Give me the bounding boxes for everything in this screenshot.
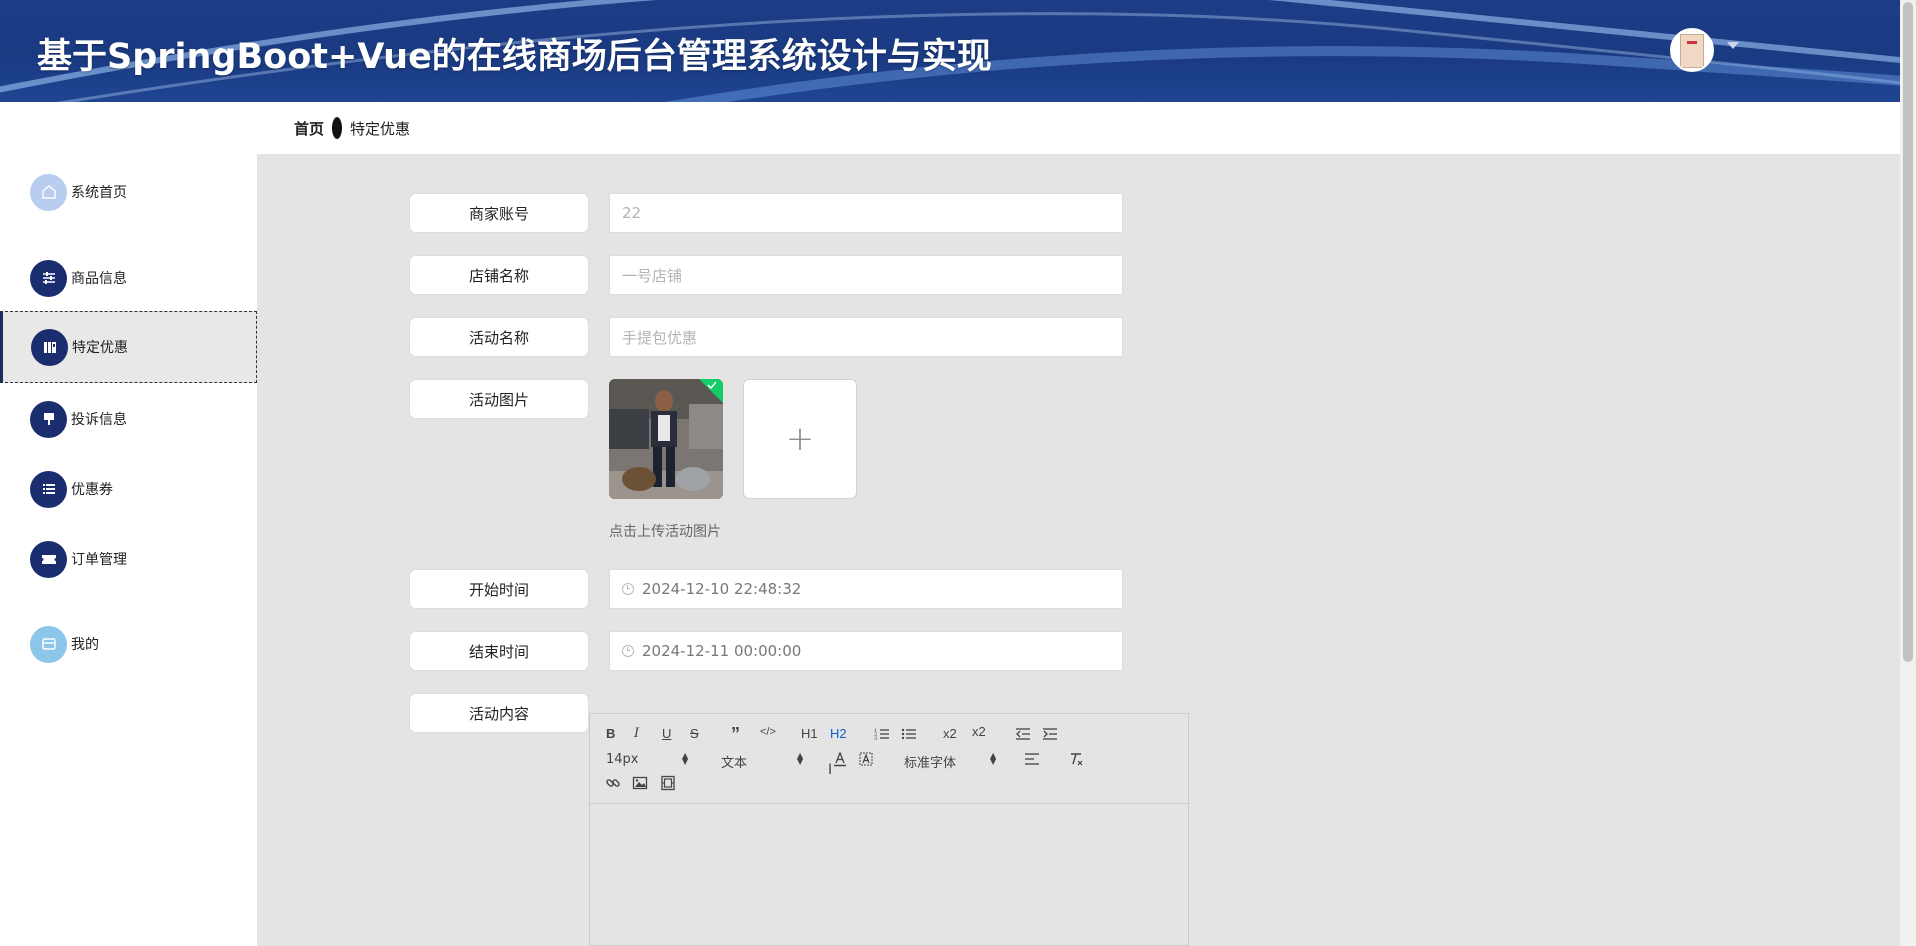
- uploaded-photo: [609, 379, 723, 499]
- align-icon[interactable]: [1024, 752, 1040, 766]
- end-time-picker[interactable]: 2024-12-11 00:00:00: [609, 631, 1123, 671]
- sidebar-item-coupons[interactable]: 优惠券: [0, 454, 257, 524]
- shop-name-label: 店铺名称: [409, 255, 589, 295]
- uploaded-image-thumbnail[interactable]: [609, 379, 723, 499]
- select-arrows-icon: ▲ ▼: [682, 751, 689, 766]
- breadcrumb: 首页 特定优惠: [257, 102, 1900, 154]
- italic-button[interactable]: I: [634, 726, 639, 741]
- home-icon: [30, 173, 67, 211]
- blockquote-button[interactable]: ”: [731, 724, 740, 745]
- link-icon[interactable]: [605, 775, 621, 791]
- breadcrumb-current: 特定优惠: [350, 119, 411, 138]
- upload-tip: 点击上传活动图片: [609, 524, 721, 540]
- activity-name-input[interactable]: 手提包优惠: [609, 317, 1123, 357]
- sidebar-item-label: 我的: [71, 637, 99, 653]
- top-header: 基于SpringBoot+Vue的在线商场后台管理系统设计与实现: [0, 0, 1900, 102]
- clock-icon: [622, 645, 634, 657]
- plus-icon: +: [785, 419, 815, 459]
- superscript-button[interactable]: x2: [972, 724, 986, 739]
- end-time-value: 2024-12-11 00:00:00: [642, 642, 802, 660]
- code-block-button[interactable]: </>: [760, 726, 776, 738]
- indent-icon[interactable]: [1042, 727, 1058, 741]
- clear-format-icon[interactable]: [1068, 751, 1084, 767]
- h1-button[interactable]: H1: [801, 726, 818, 741]
- sidebar-item-label: 特定优惠: [72, 340, 128, 356]
- scrollbar-thumb[interactable]: [1903, 2, 1913, 662]
- video-icon[interactable]: [660, 775, 676, 791]
- font-size-select[interactable]: 14px ▲ ▼: [606, 751, 691, 768]
- add-image-button[interactable]: +: [743, 379, 857, 499]
- outdent-icon[interactable]: [1015, 727, 1031, 741]
- font-color-icon[interactable]: [832, 751, 848, 767]
- strike-button[interactable]: S: [690, 726, 699, 741]
- sidebar-item-mine[interactable]: 我的: [0, 609, 257, 679]
- bullet-list-icon[interactable]: [901, 727, 917, 741]
- font-size-value: 14px: [606, 752, 639, 767]
- ticket-icon: [30, 540, 67, 578]
- user-avatar[interactable]: [1670, 28, 1714, 72]
- svg-text:3: 3: [874, 736, 877, 741]
- sidebar-item-label: 商品信息: [71, 271, 127, 287]
- select-arrows-icon: ▲ ▼: [797, 751, 804, 766]
- start-time-value: 2024-12-10 22:48:32: [642, 580, 802, 598]
- clock-icon: [622, 583, 634, 595]
- merchant-account-value: 22: [622, 204, 642, 222]
- sidebar-item-special-offers[interactable]: 特定优惠: [0, 311, 257, 383]
- merchant-account-input[interactable]: 22: [609, 193, 1123, 233]
- app-title: 基于SpringBoot+Vue的在线商场后台管理系统设计与实现: [37, 37, 992, 77]
- end-time-label: 结束时间: [409, 631, 589, 671]
- h2-button[interactable]: H2: [830, 726, 847, 741]
- text-cursor-icon: Ι: [828, 762, 833, 778]
- ordered-list-icon[interactable]: 123: [874, 727, 890, 741]
- background-color-icon[interactable]: [858, 751, 874, 767]
- activity-name-value: 手提包优惠: [622, 328, 698, 347]
- brush-icon: [30, 400, 67, 438]
- activity-content-label: 活动内容: [409, 693, 589, 733]
- start-time-picker[interactable]: 2024-12-10 22:48:32: [609, 569, 1123, 609]
- select-arrows-icon: ▲ ▼: [990, 751, 997, 766]
- subscript-button[interactable]: x2: [943, 726, 957, 741]
- activity-image-label: 活动图片: [409, 379, 589, 419]
- sidebar-item-orders[interactable]: 订单管理: [0, 524, 257, 594]
- list-icon: [30, 470, 67, 508]
- merchant-account-label: 商家账号: [409, 193, 589, 233]
- header-select[interactable]: 文本 ▲ ▼: [721, 751, 806, 772]
- underline-button[interactable]: U: [662, 726, 671, 741]
- sidebar-item-label: 投诉信息: [71, 412, 127, 428]
- header-select-value: 文本: [721, 756, 748, 771]
- start-time-label: 开始时间: [409, 569, 589, 609]
- breadcrumb-home[interactable]: 首页: [294, 118, 324, 139]
- editor-toolbar: B I U S ” </> H1 H2 123 x2 x2 14px ▲ ▼ 文本…: [590, 714, 1188, 804]
- rich-text-editor: B I U S ” </> H1 H2 123 x2 x2 14px ▲ ▼ 文本…: [589, 713, 1189, 946]
- chevron-down-icon[interactable]: [1727, 42, 1739, 49]
- editor-content-area[interactable]: [590, 804, 1188, 944]
- font-family-value: 标准字体: [904, 756, 957, 771]
- sidebar-item-products[interactable]: 商品信息: [0, 243, 257, 313]
- sidebar-item-home[interactable]: 系统首页: [0, 157, 257, 227]
- sidebar-item-label: 订单管理: [71, 552, 127, 568]
- activity-name-label: 活动名称: [409, 317, 589, 357]
- breadcrumb-separator-icon: [332, 117, 343, 139]
- sidebar-item-complaints[interactable]: 投诉信息: [0, 384, 257, 454]
- page-scrollbar[interactable]: [1900, 0, 1916, 946]
- font-family-select[interactable]: 标准字体 ▲ ▼: [904, 751, 999, 772]
- image-icon[interactable]: [632, 775, 648, 791]
- sliders-icon: [30, 259, 67, 297]
- wallet-icon: [30, 625, 67, 663]
- shop-name-value: 一号店铺: [622, 266, 683, 285]
- sidebar-item-home[interactable]: [0, 0, 257, 16]
- sidebar-item-label: 优惠券: [71, 482, 113, 498]
- sidebar-item-label: 系统首页: [71, 185, 127, 201]
- bold-button[interactable]: B: [606, 726, 615, 741]
- shop-name-input[interactable]: 一号店铺: [609, 255, 1123, 295]
- book-icon: [31, 328, 68, 366]
